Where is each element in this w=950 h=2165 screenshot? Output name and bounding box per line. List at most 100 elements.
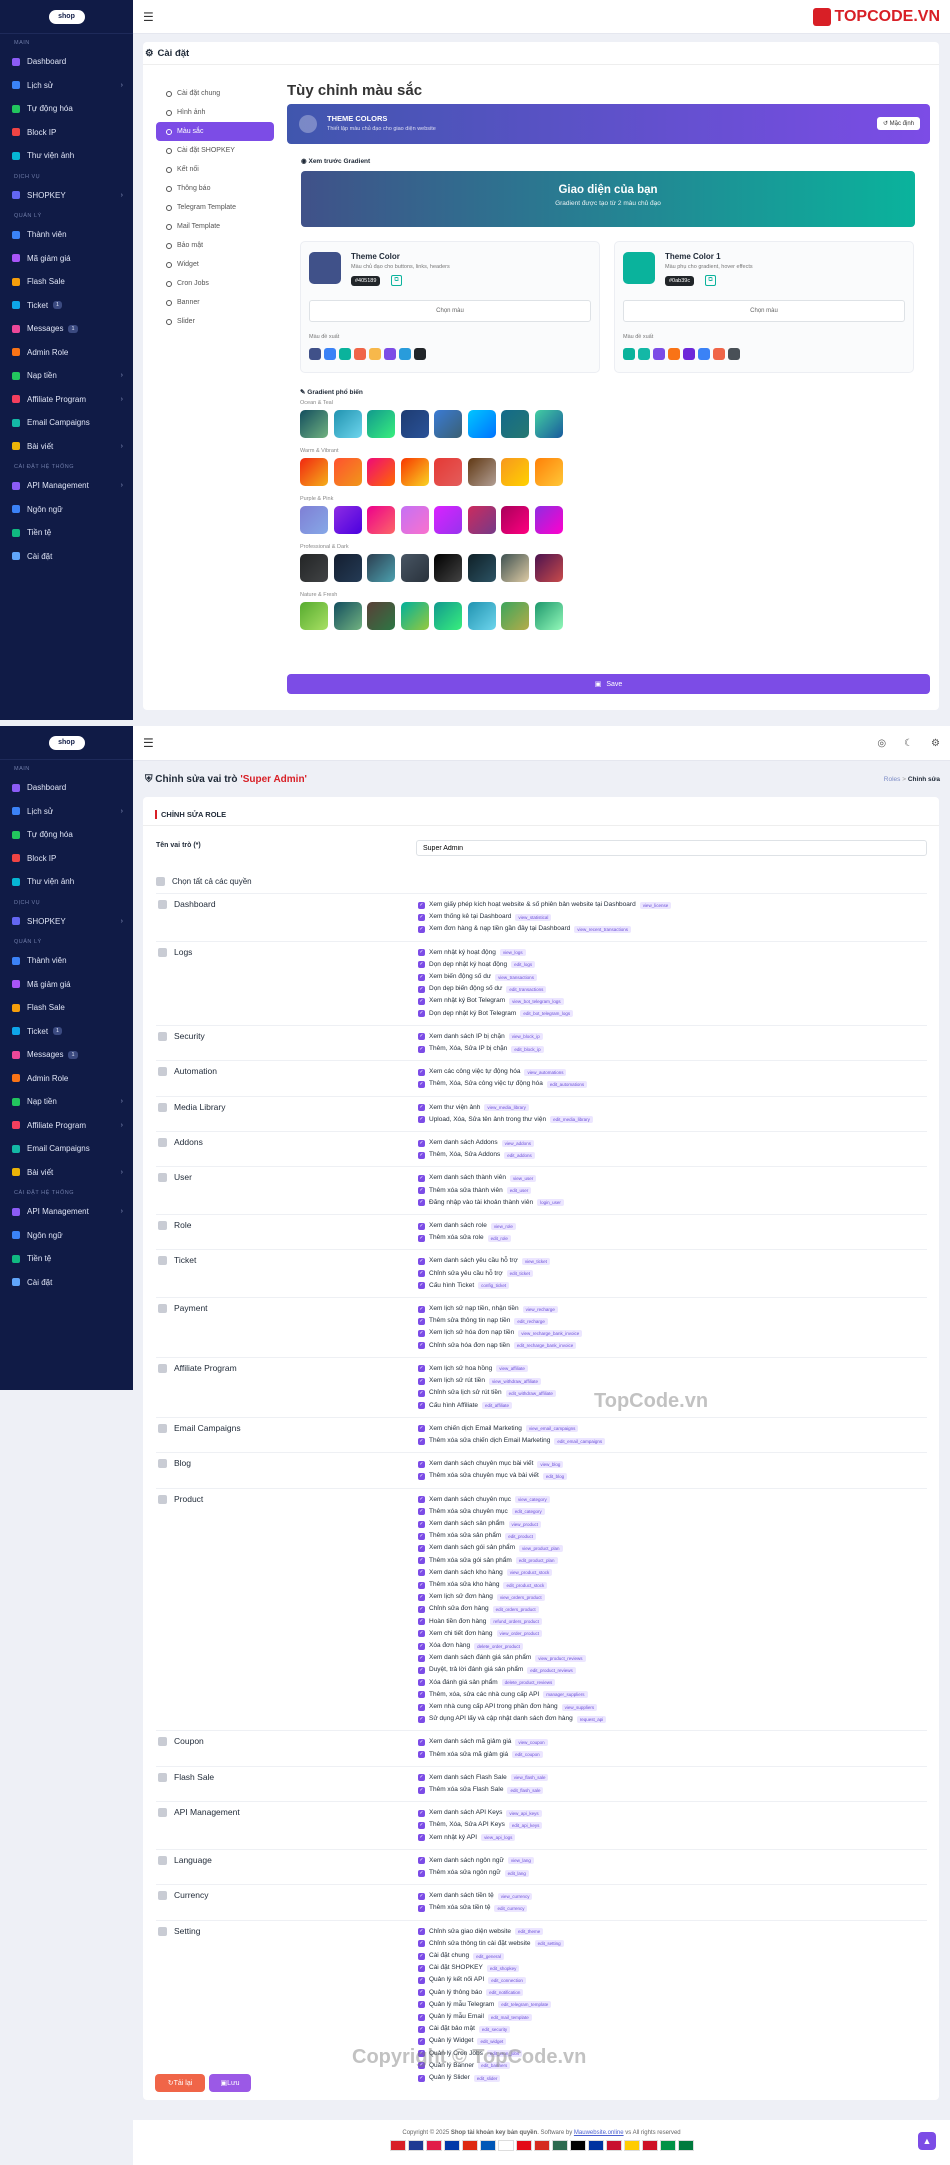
flag-icon[interactable]: [551, 2140, 568, 2151]
permission-checkbox[interactable]: ✓ Thêm xóa sửa chuyên mục và bài viết edit…: [418, 1470, 568, 1482]
flag-icon[interactable]: [587, 2140, 604, 2151]
permission-checkbox[interactable]: ✓ Cấu hình Affiliate edit_affiliate: [418, 1400, 556, 1412]
permission-checkbox[interactable]: ✓ Xem danh sách gói sản phẩm view_product_…: [418, 1542, 606, 1554]
settings-nav-item-1[interactable]: Hình ảnh: [156, 103, 274, 122]
gradient-option[interactable]: [501, 506, 529, 534]
color-preview-swatch[interactable]: [309, 252, 341, 284]
permission-checkbox[interactable]: ✓ Xem danh sách sản phẩm view_product: [418, 1518, 606, 1530]
group-checkbox[interactable]: Payment: [156, 1303, 418, 1352]
gradient-option[interactable]: [467, 506, 496, 534]
permission-checkbox[interactable]: ✓ Xem nhật ký API view_api_logs: [418, 1832, 542, 1844]
permission-checkbox[interactable]: ✓ Thêm xóa sửa gói sản phẩm edit_product_p…: [418, 1555, 606, 1567]
permission-checkbox[interactable]: ✓ Xem chiến dịch Email Marketing view_emai…: [418, 1423, 605, 1435]
group-checkbox[interactable]: Logs: [156, 947, 418, 1020]
permission-checkbox[interactable]: ✓ Xem thư viện ảnh view_media_library: [418, 1102, 593, 1114]
permission-checkbox[interactable]: ✓ Xem lịch sử hoa hồng view_affiliate: [418, 1363, 556, 1375]
permission-checkbox[interactable]: ✓ Thêm, xóa, sửa các nhà cung cấp API mana…: [418, 1689, 606, 1701]
sidebar-item-9[interactable]: Bài viết ›: [0, 1161, 133, 1185]
permission-checkbox[interactable]: ✓ Thêm xóa sửa thành viên edit_user: [418, 1185, 564, 1197]
sidebar-item-3[interactable]: Ticket 1: [0, 1020, 133, 1044]
permission-checkbox[interactable]: ✓ Xem lịch sử nạp tiền, nhận tiền view_rec…: [418, 1303, 582, 1315]
scroll-top-button[interactable]: ▲: [918, 2132, 936, 2150]
flag-icon[interactable]: [641, 2140, 658, 2151]
sidebar-item-0[interactable]: Dashboard: [0, 776, 133, 800]
user-icon[interactable]: ◎: [877, 738, 886, 749]
permission-checkbox[interactable]: ✓ Xem danh sách chuyên mục bài viết view_b…: [418, 1458, 567, 1470]
color-swatch[interactable]: [384, 348, 396, 360]
color-swatch[interactable]: [728, 348, 740, 360]
gradient-option[interactable]: [534, 506, 563, 534]
group-checkbox[interactable]: Dashboard: [156, 899, 418, 936]
sidebar-item-1[interactable]: Ngôn ngữ: [0, 1224, 133, 1248]
permission-checkbox[interactable]: ✓ Thêm xóa sửa tiền tệ edit_currency: [418, 1902, 532, 1914]
permission-checkbox[interactable]: ✓ Xem chi tiết đơn hàng view_order_product: [418, 1628, 606, 1640]
reload-button[interactable]: ↻ Tải lại: [155, 2074, 205, 2092]
permission-checkbox[interactable]: ✓ Xem lịch sử hóa đơn nạp tiền view_rechar…: [418, 1327, 583, 1339]
group-checkbox[interactable]: Affiliate Program: [156, 1363, 418, 1412]
gradient-option[interactable]: [467, 602, 496, 630]
permission-checkbox[interactable]: ✓ Thêm sửa thông tin nạp tiền edit_recharg…: [418, 1315, 582, 1327]
sidebar-item-4[interactable]: Messages 1: [0, 1043, 133, 1067]
permission-checkbox[interactable]: ✓ Xem nhật ký hoạt động view_logs: [418, 947, 573, 959]
pick-color-button[interactable]: Chọn màu: [623, 300, 905, 322]
gradient-option[interactable]: [534, 458, 563, 486]
sidebar-item-8[interactable]: Email Campaigns: [0, 411, 133, 435]
sidebar-item-2[interactable]: Tiền tệ: [0, 1247, 133, 1271]
permission-checkbox[interactable]: ✓ Thêm xóa sửa chuyên mục edit_category: [418, 1506, 606, 1518]
sidebar-item-1[interactable]: Lịch sử ›: [0, 800, 133, 824]
gradient-option[interactable]: [333, 554, 362, 582]
gradient-option[interactable]: [367, 602, 395, 630]
flag-icon[interactable]: [533, 2140, 550, 2151]
gradient-option[interactable]: [467, 458, 496, 486]
gradient-option[interactable]: [467, 554, 496, 582]
permission-checkbox[interactable]: ✓ Quản lý kết nối API edit_connection: [418, 1974, 564, 1986]
settings-nav-item-6[interactable]: Telegram Template: [156, 198, 274, 217]
color-swatch[interactable]: [668, 348, 680, 360]
sidebar-item-5[interactable]: Admin Role: [0, 1067, 133, 1091]
gradient-option[interactable]: [333, 410, 362, 438]
group-checkbox[interactable]: Language: [156, 1855, 418, 1879]
gradient-option[interactable]: [501, 410, 529, 438]
permission-checkbox[interactable]: ✓ Quản lý mẫu Email edit_mail_template: [418, 2011, 564, 2023]
sidebar-item-4[interactable]: Thư viện ảnh: [0, 870, 133, 894]
settings-nav-item-0[interactable]: Cài đặt chung: [156, 84, 274, 103]
permission-checkbox[interactable]: ✓ Xem biến động số dư view_transactions: [418, 971, 573, 983]
permission-checkbox[interactable]: ✓ Dọn dẹp nhật ký Bot Telegram edit_bot_te…: [418, 1008, 574, 1020]
group-checkbox[interactable]: Role: [156, 1220, 418, 1244]
permission-checkbox[interactable]: ✓ Thêm xóa sửa Flash Sale edit_flash_sale: [418, 1784, 548, 1796]
gear-icon[interactable]: ⚙: [931, 738, 940, 749]
group-checkbox[interactable]: API Management: [156, 1807, 418, 1844]
flag-icon[interactable]: [605, 2140, 622, 2151]
sidebar-item-2[interactable]: Tự động hóa: [0, 823, 133, 847]
gradient-option[interactable]: [434, 554, 462, 582]
settings-nav-item-2[interactable]: Màu sắc: [156, 122, 274, 141]
permission-checkbox[interactable]: ✓ Cài đặt chung edit_general: [418, 1950, 564, 1962]
permission-checkbox[interactable]: ✓ Xem danh sách IP bị chặn view_block_ip: [418, 1031, 544, 1043]
gradient-option[interactable]: [501, 602, 529, 630]
permission-checkbox[interactable]: ✓ Xem danh sách tiền tệ view_currency: [418, 1890, 533, 1902]
gradient-option[interactable]: [300, 458, 328, 486]
color-swatch[interactable]: [369, 348, 381, 360]
permission-checkbox[interactable]: ✓ Chỉnh sửa giao diện website edit_theme: [418, 1926, 564, 1938]
gradient-option[interactable]: [434, 410, 462, 438]
color-swatch[interactable]: [309, 348, 321, 360]
group-checkbox[interactable]: Coupon: [156, 1736, 418, 1760]
gradient-option[interactable]: [300, 602, 328, 630]
color-swatch[interactable]: [683, 348, 695, 360]
sidebar-item-2[interactable]: Flash Sale: [0, 996, 133, 1020]
permission-checkbox[interactable]: ✓ Xem danh sách Flash Sale view_flash_sale: [418, 1772, 549, 1784]
permission-checkbox[interactable]: ✓ Chỉnh sửa thông tin cài đặt website edit…: [418, 1938, 564, 1950]
group-checkbox[interactable]: User: [156, 1172, 418, 1209]
permission-checkbox[interactable]: ✓ Chỉnh sửa lịch sử rút tiền edit_withdraw…: [418, 1387, 556, 1399]
permission-checkbox[interactable]: ✓ Xem danh sách chuyên mục view_category: [418, 1494, 606, 1506]
permission-checkbox[interactable]: ✓ Chỉnh sửa hóa đơn nạp tiền edit_recharge…: [418, 1340, 582, 1352]
menu-toggle-icon[interactable]: ☰: [143, 736, 154, 750]
gradient-option[interactable]: [534, 602, 563, 630]
gradient-option[interactable]: [534, 554, 563, 582]
color-swatch[interactable]: [623, 348, 635, 360]
sidebar-item-4[interactable]: Thư viện ảnh: [0, 144, 133, 168]
pick-color-button[interactable]: Chọn màu: [309, 300, 591, 322]
moon-icon[interactable]: ☾: [904, 738, 913, 749]
gradient-option[interactable]: [400, 506, 429, 534]
flag-icon[interactable]: [623, 2140, 640, 2151]
